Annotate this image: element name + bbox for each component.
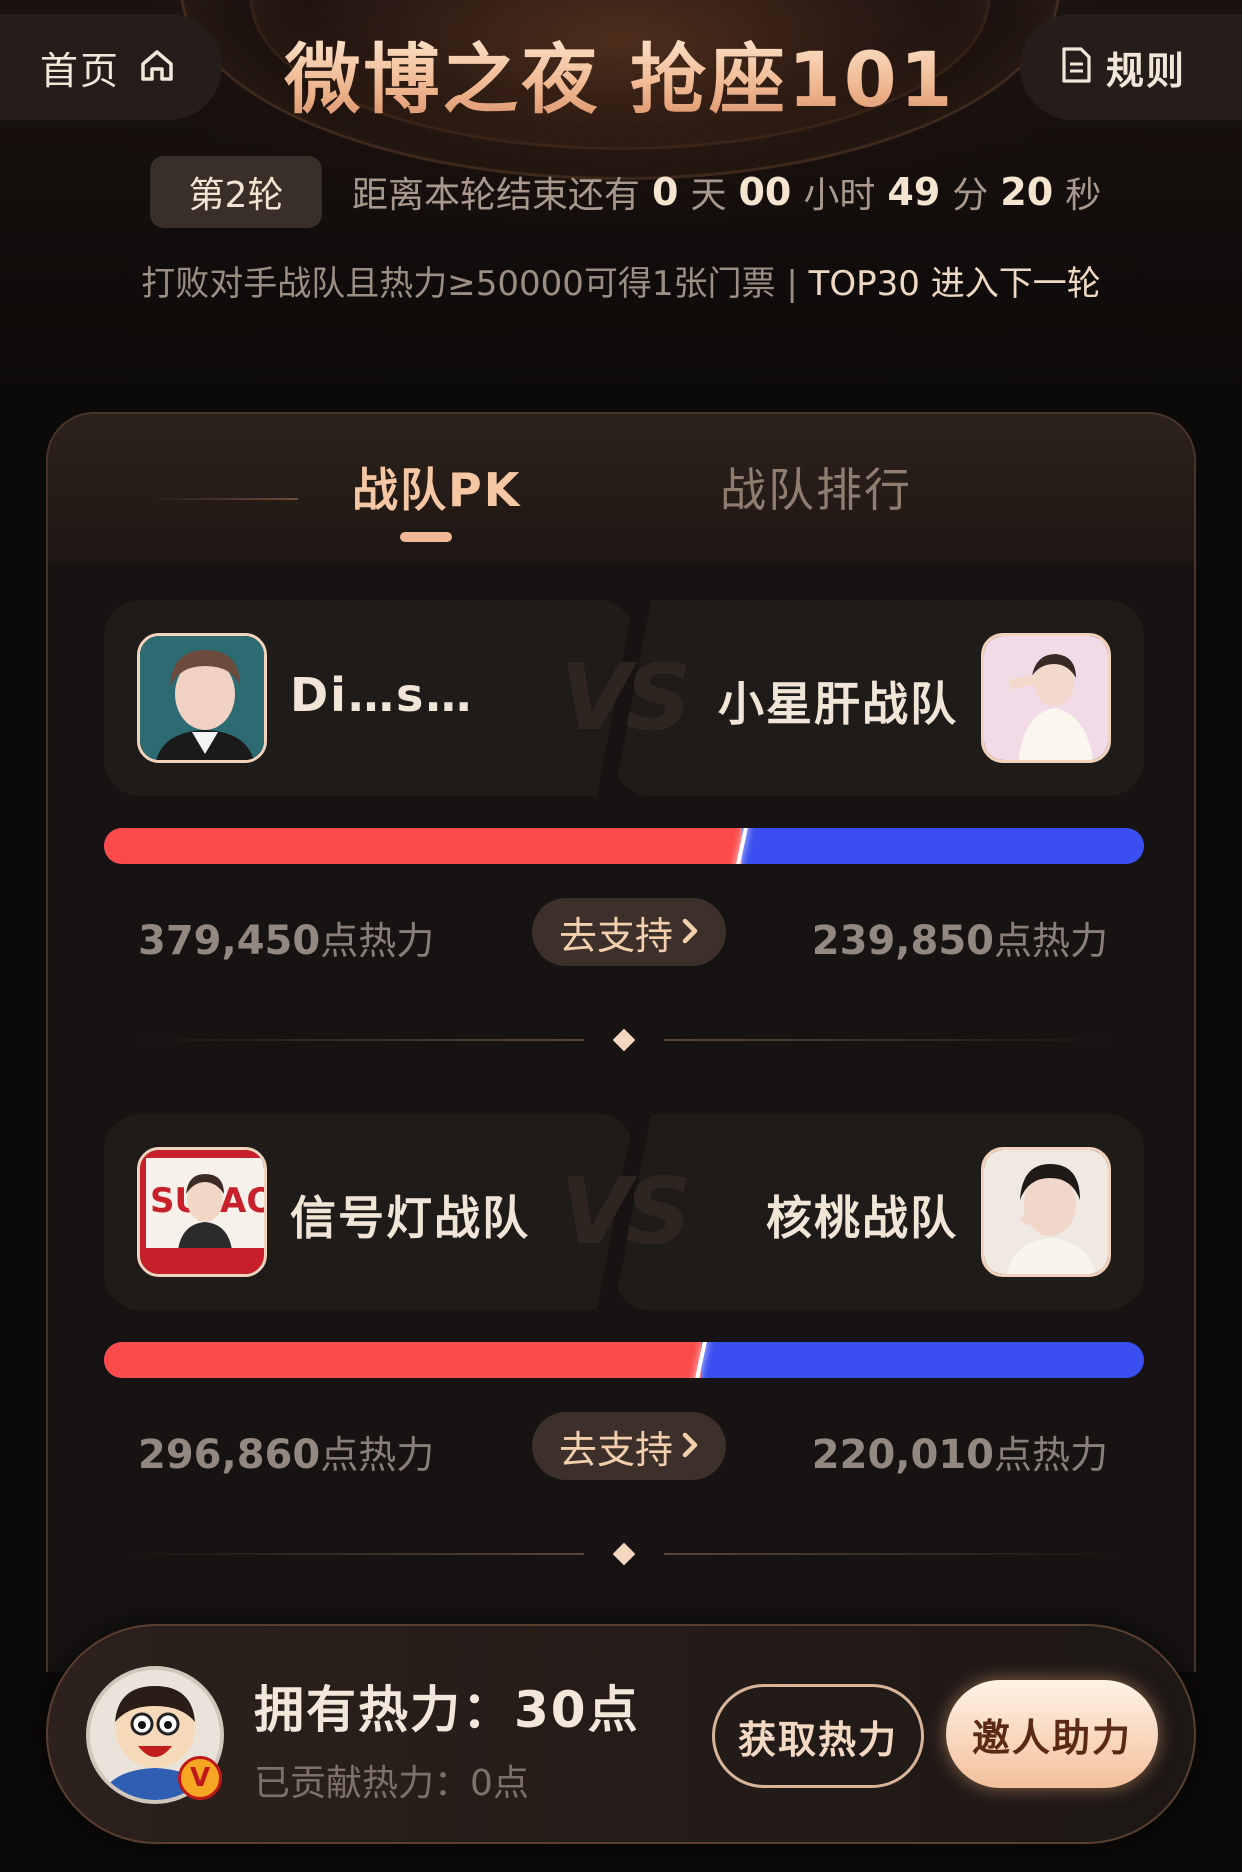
countdown-minutes-unit: 分 [952,175,989,216]
divider-line [664,1039,1124,1041]
section-divider [124,1028,1124,1052]
section-divider [124,1542,1124,1566]
heat-progress-bar [104,828,1144,864]
team-name: 小星肝战队 [718,677,958,731]
heat-bar-left [104,1342,701,1378]
chevron-right-icon [681,1424,699,1468]
team-score-right: 239,850点热力 [812,910,1108,965]
tab-decor-line [148,498,298,500]
rule-main-text: 打败对手战队且热力≥50000可得1张门票 | [141,264,809,304]
tab-bar: 战队PK 战队排行 [48,414,1194,564]
score-unit: 点热力 [993,919,1108,963]
rules-label: 规则 [1106,48,1187,93]
support-label: 去支持 [558,913,673,958]
home-label: 首页 [40,48,121,93]
owned-heat: 拥有热力：30点 [254,1670,640,1742]
divider-line [124,1553,584,1555]
rule-description: 打败对手战队且热力≥50000可得1张门票 | TOP30 进入下一轮 [0,256,1242,305]
page-title: 微博之夜 抢座101 [270,18,970,128]
tab-team-pk[interactable]: 战队PK [352,454,521,520]
heat-bar-left [104,828,742,864]
score-value: 296,860 [138,1432,321,1478]
chevron-right-icon [681,910,699,954]
team-score-left: 379,450点热力 [138,910,434,965]
owned-heat-value: 30点 [514,1681,640,1739]
heat-progress-bar [104,1342,1144,1378]
support-button[interactable]: 去支持 [532,1412,726,1480]
team-card-right[interactable]: 核桃战队 [614,1114,1144,1310]
rules-button[interactable]: 规则 [1020,14,1242,120]
team-name: 信号灯战队 [290,1191,530,1245]
invite-help-button[interactable]: 邀人助力 [946,1680,1158,1788]
svg-text:AO: AO [220,1181,267,1221]
tab-active-indicator [400,532,452,542]
team-card-left[interactable]: Di…s… [104,600,634,796]
score-value: 379,450 [138,918,321,964]
countdown: 距离本轮结束还有 0 天 00 小时 49 分 20 秒 [352,162,1101,222]
pk-panel: 战队PK 战队排行 Di…s… 小星肝战队 VS 379,450点热力 去支持 … [46,412,1196,1672]
team-avatar [981,1147,1111,1277]
team-card-right[interactable]: 小星肝战队 [614,600,1144,796]
countdown-hours: 00 [738,170,792,214]
score-unit: 点热力 [320,919,435,963]
team-card-left[interactable]: SU AO 信号灯战队 [104,1114,634,1310]
team-name: Di…s… [290,668,474,722]
diamond-icon [612,1542,636,1566]
vs-mark: VS [560,644,691,751]
team-name: 核桃战队 [766,1191,958,1245]
contributed-heat: 已贡献热力：0点 [254,1763,529,1804]
verified-v-icon: V [178,1756,222,1800]
owned-heat-label: 拥有热力： [254,1681,514,1739]
team-avatar [137,633,267,763]
score-unit: 点热力 [993,1433,1108,1477]
support-label: 去支持 [558,1427,673,1472]
document-icon [1060,46,1092,88]
home-icon [138,46,176,88]
user-heat-bar: V 拥有热力：30点 已贡献热力：0点 获取热力 邀人助力 [46,1624,1196,1844]
get-heat-button[interactable]: 获取热力 [712,1684,924,1788]
countdown-days-unit: 天 [690,175,727,216]
tab-team-ranking[interactable]: 战队排行 [720,454,912,520]
divider-line [664,1553,1124,1555]
countdown-minutes: 49 [887,170,941,214]
rule-highlight-text: TOP30 进入下一轮 [808,264,1101,304]
countdown-days: 0 [652,170,679,214]
diamond-icon [612,1028,636,1052]
score-value: 239,850 [811,918,994,964]
score-value: 220,010 [811,1432,994,1478]
support-button[interactable]: 去支持 [532,898,726,966]
countdown-hours-unit: 小时 [803,175,876,216]
score-unit: 点热力 [320,1433,435,1477]
countdown-seconds-unit: 秒 [1065,175,1102,216]
vs-mark: VS [560,1158,691,1265]
team-score-right: 220,010点热力 [812,1424,1108,1479]
team-score-left: 296,860点热力 [138,1424,434,1479]
team-avatar [981,633,1111,763]
divider-line [124,1039,584,1041]
team-avatar: SU AO [137,1147,267,1277]
countdown-prefix: 距离本轮结束还有 [352,175,641,216]
home-button[interactable]: 首页 [0,14,222,120]
round-badge: 第2轮 [150,156,322,228]
countdown-seconds: 20 [1000,170,1054,214]
